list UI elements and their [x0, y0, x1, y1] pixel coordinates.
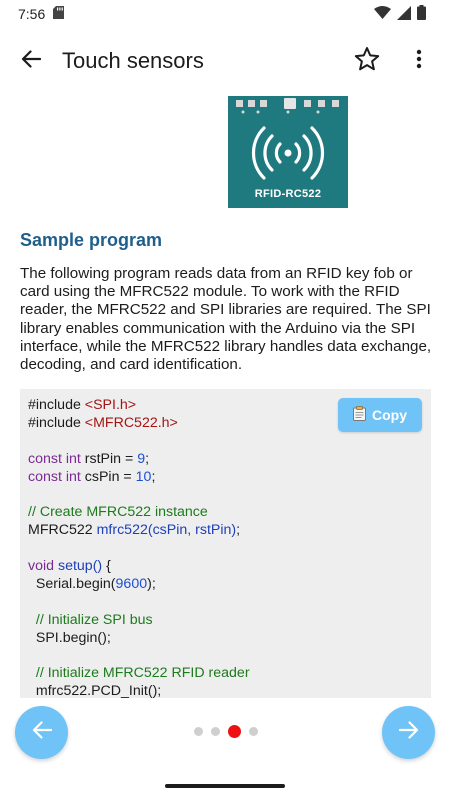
code-token: // Initialize MFRC522 RFID reader — [28, 665, 250, 682]
star-outline-icon — [354, 46, 380, 76]
copy-button[interactable]: Copy — [338, 398, 422, 432]
code-line: #include <MFRC522.h> — [28, 415, 250, 433]
arrow-left-icon — [21, 49, 42, 73]
code-line: // Create MFRC522 instance — [28, 504, 250, 522]
bottom-navigation — [0, 698, 450, 768]
status-time: 7:56 — [18, 6, 46, 22]
more-options-button[interactable] — [404, 44, 434, 78]
code-line: void setup() { — [28, 558, 250, 576]
next-page-button[interactable] — [382, 706, 435, 759]
code-token: // Create MFRC522 instance — [28, 504, 208, 521]
code-token: ; — [151, 468, 156, 485]
status-bar: 7:56 — [0, 0, 450, 28]
code-token: { — [102, 558, 111, 575]
code-token: const int — [28, 450, 81, 467]
nfc-wave-icon — [248, 122, 328, 189]
code-lines: #include <SPI.h> #include <MFRC522.h> cons… — [28, 397, 250, 698]
code-line: #include <SPI.h> — [28, 397, 250, 415]
status-right — [374, 5, 426, 23]
page-indicator — [194, 725, 258, 738]
code-token: <SPI.h> — [84, 397, 137, 413]
copy-label: Copy — [372, 407, 407, 423]
content-area[interactable]: RFID-RC522 Sample program The following … — [0, 96, 450, 698]
code-token: 9 — [137, 450, 146, 467]
code-token: #include — [28, 414, 85, 431]
code-token: mfrc522.PCD_Init(); — [28, 683, 162, 698]
section-description: The following program reads data from an… — [20, 265, 432, 374]
section-title: Sample program — [20, 230, 163, 250]
sd-card-icon — [53, 6, 65, 22]
code-token: csPin = — [80, 468, 136, 485]
code-block[interactable]: #include <SPI.h> #include <MFRC522.h> cons… — [20, 389, 431, 698]
code-token: 10 — [135, 468, 152, 485]
previous-page-button[interactable] — [15, 706, 68, 759]
code-token: 9600 — [115, 575, 148, 592]
page-title: Touch sensors — [62, 48, 204, 73]
home-indicator[interactable] — [165, 784, 285, 788]
arrow-right-icon — [398, 721, 419, 744]
battery-icon — [417, 5, 426, 23]
code-line: // Initialize SPI bus — [28, 612, 250, 630]
wifi-icon — [374, 6, 391, 22]
clipboard-icon — [353, 406, 366, 424]
module-label: RFID-RC522 — [254, 188, 322, 200]
more-vert-icon — [416, 49, 422, 74]
code-token: setup() — [57, 558, 103, 575]
status-left: 7:56 — [18, 6, 65, 22]
code-line: const int csPin = 10; — [28, 469, 250, 487]
code-token: SPI.begin(); — [28, 629, 111, 646]
page-dot-active — [228, 725, 241, 738]
code-token: Serial.begin( — [28, 575, 116, 592]
page-dot — [194, 727, 203, 736]
arrow-left-icon — [32, 721, 52, 744]
code-line: mfrc522.PCD_Init(); — [28, 683, 250, 698]
code-line: // Initialize MFRC522 RFID reader — [28, 665, 250, 683]
code-token: const int — [28, 468, 81, 485]
code-token: MFRC522 — [28, 522, 97, 539]
back-button[interactable] — [14, 44, 48, 78]
code-line: Serial.begin(9600); — [28, 576, 250, 594]
code-token: void — [28, 558, 55, 575]
signal-icon — [397, 5, 411, 23]
code-token: ; — [236, 522, 241, 539]
code-token: ); — [147, 575, 156, 592]
page-dot — [249, 727, 258, 736]
page-dot — [211, 727, 220, 736]
code-token: mfrc522(csPin, rstPin) — [96, 522, 237, 539]
code-token: #include — [28, 397, 85, 413]
app-bar: Touch sensors — [0, 36, 450, 86]
code-token: rstPin = — [80, 450, 138, 467]
code-token: // Initialize SPI bus — [28, 611, 153, 628]
code-line: SPI.begin(); — [28, 630, 250, 648]
favorite-button[interactable] — [350, 44, 384, 78]
code-line: MFRC522 mfrc522(csPin, rstPin); — [28, 522, 250, 540]
rfid-module-image: RFID-RC522 — [228, 96, 348, 208]
module-pins — [228, 96, 348, 114]
code-token: ; — [145, 450, 150, 467]
code-line: const int rstPin = 9; — [28, 451, 250, 469]
code-token: <MFRC522.h> — [84, 414, 178, 431]
